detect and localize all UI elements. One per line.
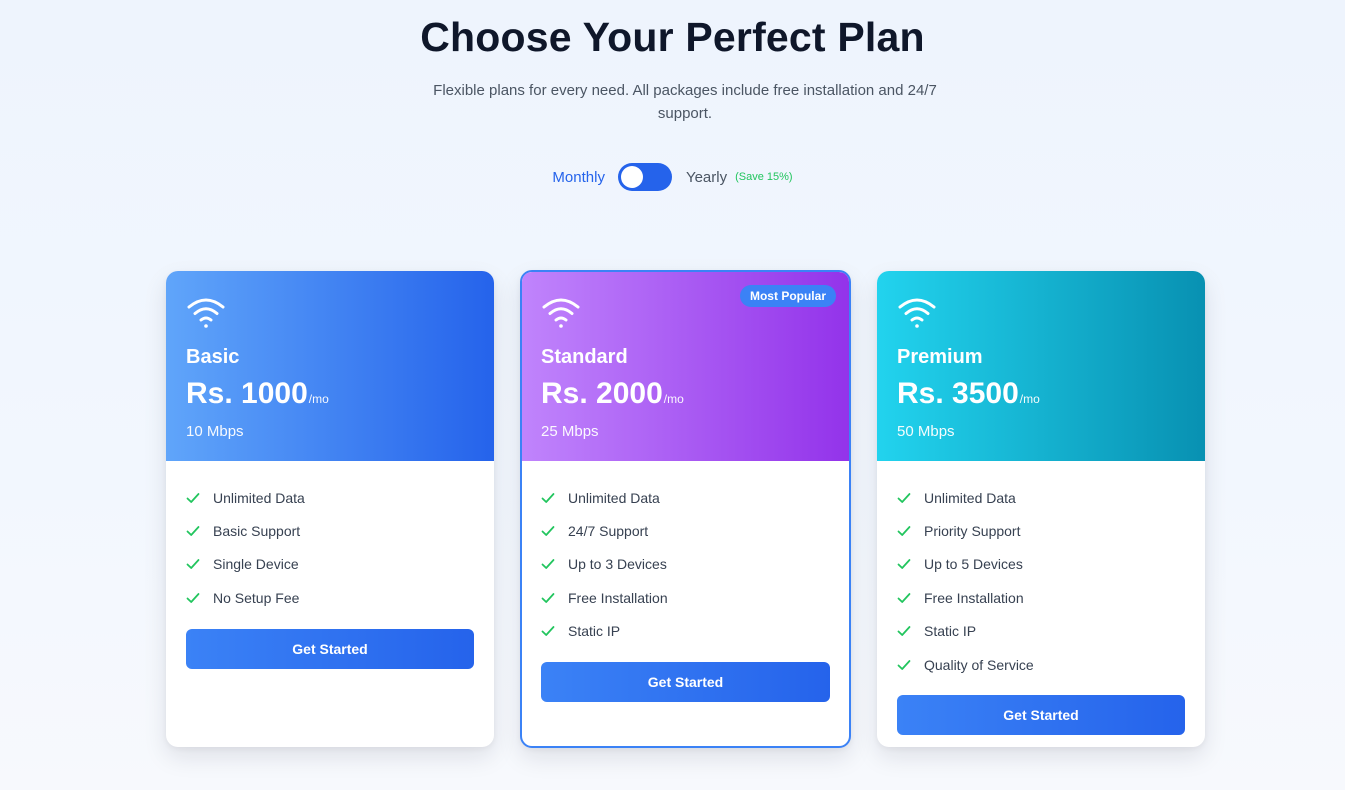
feature-item: Quality of Service — [897, 648, 1185, 681]
page-title: Choose Your Perfect Plan — [420, 14, 925, 60]
price-amount: Rs. 2000 — [541, 377, 663, 410]
plan-price: Rs. 3500 /mo — [897, 377, 1185, 411]
feature-item: Unlimited Data — [541, 481, 829, 514]
most-popular-badge: Most Popular — [739, 285, 836, 307]
price-period: /mo — [308, 392, 329, 406]
price-period: /mo — [1019, 392, 1040, 406]
page-subtitle: Flexible plans for every need. All packa… — [433, 82, 937, 122]
plan-name: Basic — [186, 346, 240, 368]
check-icon — [541, 592, 555, 603]
plan-speed: 10 Mbps — [186, 423, 244, 440]
check-icon — [897, 626, 911, 637]
plan-speed: 50 Mbps — [897, 423, 955, 440]
feature-item: Unlimited Data — [186, 481, 474, 514]
check-icon — [186, 492, 200, 503]
price-period: /mo — [663, 392, 684, 406]
plan-price: Rs. 2000 /mo — [541, 377, 829, 411]
feature-label: Quality of Service — [924, 656, 1034, 673]
feature-label: Priority Support — [924, 523, 1021, 540]
get-started-button[interactable]: Get Started — [186, 628, 474, 669]
feature-list: Unlimited Data Basic Support Single Devi… — [166, 461, 494, 615]
billing-switch[interactable] — [617, 163, 672, 191]
wifi-icon — [542, 298, 580, 328]
check-icon — [186, 526, 200, 536]
feature-item: Up to 3 Devices — [541, 548, 829, 581]
wifi-icon — [898, 298, 936, 328]
price-amount: Rs. 3500 — [897, 377, 1019, 410]
feature-item: Free Installation — [897, 581, 1185, 614]
check-icon — [897, 492, 911, 503]
feature-item: Basic Support — [186, 514, 474, 547]
feature-label: Unlimited Data — [568, 489, 660, 506]
feature-label: Static IP — [924, 623, 977, 640]
plan-name: Standard — [541, 346, 628, 368]
feature-label: Single Device — [213, 556, 299, 573]
check-icon — [541, 492, 555, 503]
check-icon — [897, 659, 911, 670]
feature-item: Static IP — [541, 615, 829, 648]
feature-item: Free Installation — [541, 581, 829, 614]
monthly-label[interactable]: Monthly — [552, 169, 605, 186]
switch-knob — [620, 166, 643, 188]
feature-item: 24/7 Support — [541, 514, 829, 547]
feature-label: Static IP — [568, 623, 621, 640]
check-icon — [186, 559, 200, 570]
pricing-page: Choose Your Perfect Plan Flexible plans … — [0, 0, 1345, 790]
plan-name: Premium — [897, 346, 983, 368]
feature-label: Unlimited Data — [924, 489, 1016, 506]
feature-list: Unlimited Data Priority Support Up to 5 … — [877, 461, 1205, 681]
feature-list: Unlimited Data 24/7 Support Up to 3 Devi… — [522, 461, 849, 648]
feature-item: Unlimited Data — [897, 481, 1185, 514]
feature-label: 24/7 Support — [568, 523, 649, 540]
price-amount: Rs. 1000 — [186, 377, 308, 410]
plan-header: Most Popular Standard Rs. 2000 /mo 25 Mb… — [522, 272, 849, 461]
plan-price: Rs. 1000 /mo — [186, 377, 474, 411]
feature-item: Priority Support — [897, 514, 1185, 547]
plan-card-standard: Most Popular Standard Rs. 2000 /mo 25 Mb… — [520, 270, 851, 748]
feature-item: Single Device — [186, 548, 474, 581]
feature-label: Free Installation — [568, 589, 668, 606]
feature-label: Unlimited Data — [213, 489, 305, 506]
feature-label: No Setup Fee — [213, 589, 300, 606]
feature-label: Up to 5 Devices — [924, 556, 1023, 573]
check-icon — [897, 592, 911, 603]
feature-item: No Setup Fee — [186, 581, 474, 614]
save-badge: (Save 15%) — [735, 171, 793, 183]
plan-header: Basic Rs. 1000 /mo 10 Mbps — [166, 271, 494, 461]
feature-label: Basic Support — [213, 523, 301, 540]
check-icon — [897, 526, 911, 536]
get-started-button[interactable]: Get Started — [897, 695, 1185, 736]
check-icon — [186, 592, 200, 603]
check-icon — [541, 559, 555, 570]
plan-speed: 25 Mbps — [541, 423, 599, 440]
get-started-button[interactable]: Get Started — [541, 661, 830, 702]
plan-card-premium: Premium Rs. 3500 /mo 50 Mbps Unlimited D… — [877, 271, 1205, 747]
feature-label: Up to 3 Devices — [568, 556, 667, 573]
plan-header: Premium Rs. 3500 /mo 50 Mbps — [877, 271, 1205, 461]
billing-toggle: Monthly Yearly (Save 15%) — [0, 163, 1345, 191]
yearly-label[interactable]: Yearly — [686, 169, 727, 186]
feature-label: Free Installation — [924, 589, 1024, 606]
check-icon — [541, 526, 555, 536]
wifi-icon — [187, 298, 225, 328]
feature-item: Static IP — [897, 615, 1185, 648]
check-icon — [541, 626, 555, 637]
plan-card-basic: Basic Rs. 1000 /mo 10 Mbps Unlimited Dat… — [166, 271, 494, 747]
check-icon — [897, 559, 911, 570]
feature-item: Up to 5 Devices — [897, 548, 1185, 581]
